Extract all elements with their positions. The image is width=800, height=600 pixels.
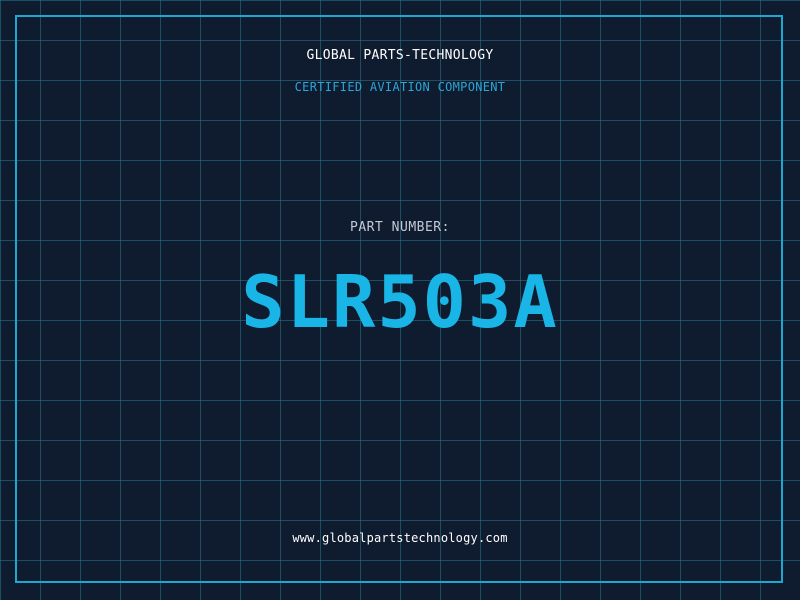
certification-tagline: CERTIFIED AVIATION COMPONENT: [294, 80, 506, 94]
part-number-value: SLR503A: [241, 260, 559, 344]
website-url: www.globalpartstechnology.com: [292, 531, 508, 545]
company-name: GLOBAL PARTS-TECHNOLOGY: [306, 48, 494, 63]
part-number-label: PART NUMBER:: [350, 220, 450, 235]
